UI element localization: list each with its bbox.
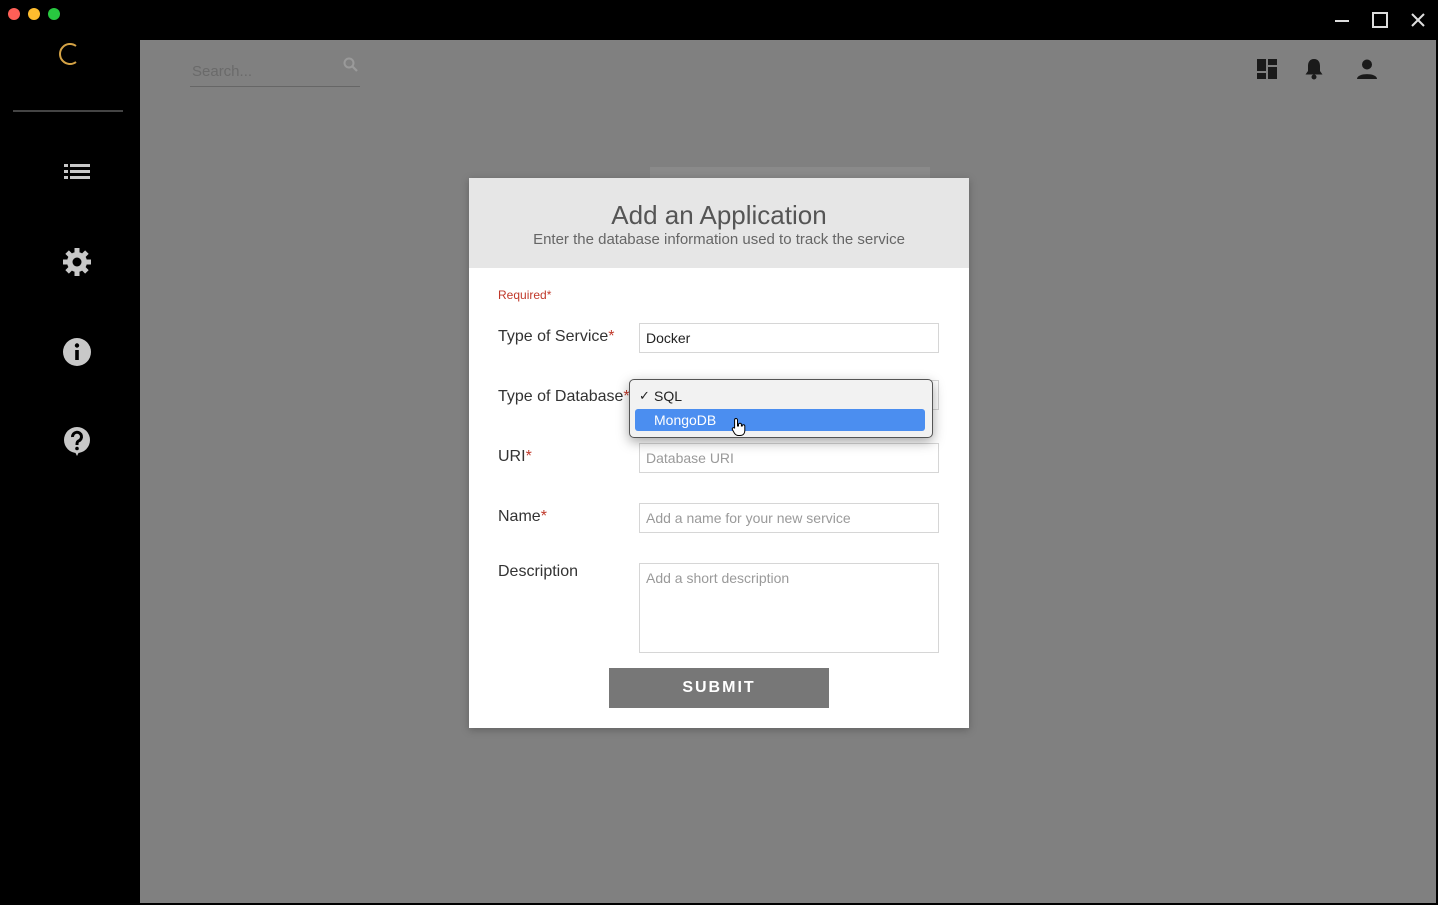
list-icon[interactable]	[61, 156, 93, 188]
minimize-window-button[interactable]	[28, 8, 40, 20]
modal-title: Add an Application	[611, 200, 827, 230]
service-type-label: Type of Service*	[498, 328, 615, 345]
minimize-icon[interactable]	[1330, 8, 1354, 32]
dropdown-option-label: SQL	[654, 388, 683, 404]
maximize-icon[interactable]	[1368, 8, 1392, 32]
dropdown-option-label: MongoDB	[654, 412, 717, 428]
main-content: Add an Application Enter the database in…	[140, 40, 1436, 903]
gear-icon[interactable]	[61, 246, 93, 278]
sidebar	[0, 40, 140, 905]
zoom-window-button[interactable]	[48, 8, 60, 20]
description-label: Description	[498, 563, 579, 580]
dropdown-option-sql[interactable]: ✓ SQL	[635, 385, 925, 407]
info-icon[interactable]	[61, 336, 93, 368]
add-application-modal: Add an Application Enter the database in…	[469, 178, 969, 728]
close-icon[interactable]	[1406, 8, 1430, 32]
close-window-button[interactable]	[8, 8, 20, 20]
sidebar-divider	[13, 110, 123, 112]
submit-button[interactable]: SUBMIT	[609, 668, 829, 708]
hand-pointer-cursor-icon	[731, 417, 747, 437]
service-type-input[interactable]	[639, 323, 939, 353]
dashboard-icon[interactable]	[1254, 56, 1280, 82]
required-note: Required*	[498, 288, 552, 302]
help-icon[interactable]	[61, 425, 93, 457]
window-titlebar	[0, 0, 1438, 40]
app-logo-icon	[52, 40, 82, 70]
description-textarea[interactable]	[639, 563, 939, 653]
uri-input[interactable]	[639, 443, 939, 473]
search-input[interactable]	[192, 61, 332, 81]
modal-header: Add an Application Enter the database in…	[469, 178, 969, 268]
search-icon[interactable]	[342, 56, 360, 74]
user-icon[interactable]	[1354, 56, 1380, 82]
search-bar[interactable]	[190, 56, 360, 87]
uri-label: URI*	[498, 448, 532, 465]
modal-subtitle: Enter the database information used to t…	[533, 231, 905, 248]
dropdown-option-mongodb[interactable]: MongoDB	[635, 409, 925, 431]
database-type-dropdown: ✓ SQL MongoDB	[629, 379, 933, 438]
checkmark-icon: ✓	[639, 388, 650, 403]
database-type-label: Type of Database*	[498, 388, 630, 405]
name-label: Name*	[498, 508, 547, 525]
name-input[interactable]	[639, 503, 939, 533]
bell-icon[interactable]	[1301, 56, 1327, 82]
